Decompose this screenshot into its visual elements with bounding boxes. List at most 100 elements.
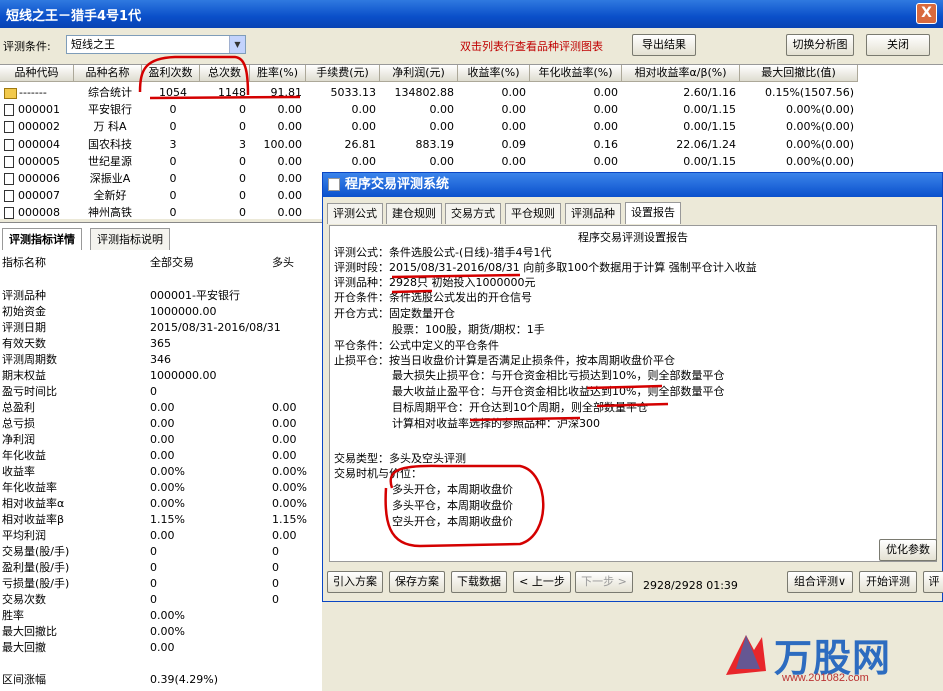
switch-chart-button[interactable]: 切换分析图 [786, 34, 854, 56]
table-cell: 000006 [0, 170, 74, 187]
metric-value: 0.00 [272, 529, 297, 542]
table-cell: 0.00/1.15 [622, 101, 740, 118]
metric-value: 0.00 [272, 433, 297, 446]
metric-value: 0.00% [150, 625, 185, 638]
dialog-tab-3[interactable]: 平仓规则 [505, 203, 561, 224]
column-header[interactable]: 最大回撤比(值) [740, 65, 858, 82]
table-cell: 000002 [0, 118, 74, 135]
cell-text: 0.00 [277, 206, 303, 219]
metric-name: 有效天数 [2, 337, 46, 350]
cell-text: 0.00 [429, 120, 455, 134]
document-icon [4, 138, 14, 151]
metric-name: 相对收益率α [2, 497, 65, 510]
dialog-tab-4[interactable]: 评测品种 [565, 203, 621, 224]
metric-value: 0.00% [272, 497, 307, 510]
column-header[interactable]: 手续费(元) [306, 65, 380, 82]
table-cell: 000008 [0, 204, 74, 219]
tab-metrics-help[interactable]: 评测指标说明 [90, 228, 170, 250]
document-icon [4, 190, 14, 203]
condition-select[interactable]: 短线之王 ▼ [66, 35, 246, 54]
metric-value: 1000000.00 [150, 369, 217, 382]
table-row[interactable]: ------- 综合统计 1054 1148 91.81 5033.13 134802.88… [0, 84, 943, 101]
table-cell: 0 [200, 204, 250, 219]
metric-value: 0.00% [150, 497, 185, 510]
document-icon [4, 155, 14, 168]
dialog-button-2[interactable]: 下载数据 [451, 571, 507, 593]
table-cell: 平安银行 [74, 101, 142, 118]
report-line: 平仓条件：公式中定义的平仓条件 [334, 339, 499, 352]
table-row[interactable]: 000004 国农科技 3 3 100.00 26.81 883.19 0.09 0.16 22.… [0, 136, 943, 153]
close-button[interactable]: 关闭 [866, 34, 930, 56]
report-line: 止损平仓：按当日收盘价计算是否满足止损条件，按本周期收盘价平仓 [334, 354, 675, 367]
cell-text: 1054 [159, 86, 187, 99]
dialog-title: 程序交易评测系统 [345, 177, 450, 192]
optimize-params-button[interactable]: 优化参数 [879, 539, 937, 561]
metric-value: 346 [150, 353, 171, 366]
table-cell: 神州高铁 [74, 204, 142, 219]
detail-column-header: 指标名称 [2, 256, 46, 269]
export-button[interactable]: 导出结果 [632, 34, 696, 56]
dialog-button-0[interactable]: 引入方案 [327, 571, 383, 593]
table-cell: 0 [200, 170, 250, 187]
cell-text: 0 [239, 120, 246, 134]
dialog-right-button-0[interactable]: 组合评测∨ [787, 571, 853, 593]
table-cell: 国农科技 [74, 136, 142, 153]
dialog-tab-2[interactable]: 交易方式 [445, 203, 501, 224]
cell-text: 0 [169, 120, 177, 134]
column-header[interactable]: 总次数 [200, 65, 250, 82]
table-cell: 0.00/1.15 [622, 118, 740, 135]
dialog-right-button-1[interactable]: 开始评测 [859, 571, 917, 593]
table-cell: 0.00 [250, 187, 306, 204]
metric-value: 0.00 [150, 417, 175, 430]
cell-text: 0.00%(0.00) [785, 120, 854, 134]
table-row[interactable]: 000005 世纪星源 0 0 0.00 0.00 0.00 0.00 0.00 0.00/1.1… [0, 153, 943, 170]
dialog-right-button-2[interactable]: 评 [923, 571, 943, 593]
dialog-button-4[interactable]: 下一步 > [575, 571, 633, 593]
metric-value: 0.00% [272, 481, 307, 494]
column-header[interactable]: 品种名称 [74, 65, 142, 82]
cell-text: 91.81 [270, 86, 303, 99]
chevron-down-icon[interactable]: ▼ [229, 36, 245, 53]
column-header[interactable]: 品种代码 [0, 65, 74, 82]
condition-label: 评测条件: [3, 40, 51, 53]
table-cell: 3 [142, 136, 200, 153]
dialog-button-3[interactable]: < 上一步 [513, 571, 571, 593]
cell-text: 0.00 [277, 172, 303, 185]
column-header[interactable]: 相对收益率α/β(%) [622, 65, 740, 82]
metric-value: 000001-平安银行 [150, 289, 240, 302]
table-row[interactable]: 000001 平安银行 0 0 0.00 0.00 0.00 0.00 0.00 0.00/1.1… [0, 101, 943, 118]
cell-text: 0.00 [593, 120, 619, 134]
metric-name: 净利润 [2, 433, 35, 446]
column-header[interactable]: 盈利次数 [142, 65, 200, 82]
metric-value: 0.00 [150, 641, 175, 654]
dialog-tab-1[interactable]: 建仓规则 [386, 203, 442, 224]
table-row[interactable]: 000002 万 科A 0 0 0.00 0.00 0.00 0.00 0.00 0.00/1.1… [0, 118, 943, 135]
table-cell: 全新好 [74, 187, 142, 204]
column-header[interactable]: 年化收益率(%) [530, 65, 622, 82]
dialog-tab-0[interactable]: 评测公式 [327, 203, 383, 224]
column-header[interactable]: 收益率(%) [458, 65, 530, 82]
table-cell: 0.00 [250, 170, 306, 187]
metric-value: 0.00 [272, 401, 297, 414]
tab-metrics-detail[interactable]: 评测指标详情 [2, 228, 82, 250]
metric-value: 0.00% [272, 465, 307, 478]
column-header[interactable]: 净利润(元) [380, 65, 458, 82]
metric-name: 年化收益 [2, 449, 46, 462]
table-cell: 0.09 [458, 136, 530, 153]
metric-value: 0 [272, 593, 279, 606]
cell-text: 000006 [18, 172, 60, 185]
close-icon[interactable]: X [916, 3, 937, 24]
column-header[interactable]: 胜率(%) [250, 65, 306, 82]
cell-text: 0.00 [501, 103, 527, 117]
metric-value: 0.00% [150, 609, 185, 622]
cell-text: 0 [239, 154, 246, 168]
metric-value: 0 [272, 561, 279, 574]
report-line: 交易类型：多头及空头评测 [334, 452, 466, 465]
dialog-tab-5[interactable]: 设置报告 [625, 202, 681, 224]
table-cell: 0.00 [250, 204, 306, 219]
cell-text: 0.00 [429, 103, 455, 117]
cell-text: 1148 [218, 86, 246, 99]
dialog-button-1[interactable]: 保存方案 [389, 571, 445, 593]
cell-text: 0.00 [277, 120, 303, 134]
metric-value: 0 [272, 577, 279, 590]
